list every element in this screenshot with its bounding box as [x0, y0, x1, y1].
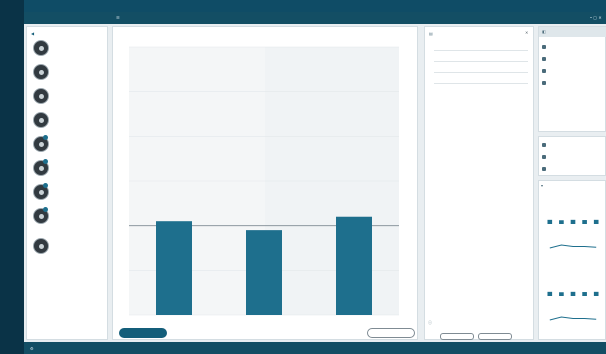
- recordings-list-panel: ◀: [26, 26, 108, 340]
- list-item[interactable]: [29, 37, 79, 59]
- info-icon: ⓘ: [428, 320, 432, 325]
- stats-button-2[interactable]: [478, 333, 512, 340]
- top-bar: ☰ ⎯ ▢ ✕: [24, 12, 606, 24]
- list-item[interactable]: [29, 61, 79, 83]
- table-row: [434, 62, 528, 73]
- chevron-down-icon[interactable]: ▾: [541, 183, 543, 188]
- primary-action-button[interactable]: [119, 328, 167, 338]
- list-item[interactable]: [29, 133, 79, 155]
- option-icon: [542, 69, 546, 73]
- back-arrow-icon[interactable]: ◀: [31, 31, 34, 36]
- recording-thumbnail: [33, 112, 49, 128]
- list-item[interactable]: [29, 109, 79, 131]
- mini-line: [549, 244, 597, 249]
- mini-chart-plot: [547, 291, 599, 296]
- recording-thumbnail: [33, 64, 49, 80]
- mini-chart-plot: [547, 219, 599, 224]
- mini-bar: [559, 292, 564, 296]
- mini-bar: [593, 219, 599, 224]
- mini-bar: [547, 291, 553, 296]
- secondary-action-button[interactable]: [367, 328, 415, 338]
- mini-bar: [582, 292, 587, 296]
- action-item[interactable]: [540, 152, 602, 162]
- mini-chart-plot: [549, 316, 597, 321]
- status-bar: ⚙: [24, 342, 606, 354]
- recording-thumbnail: [33, 238, 49, 254]
- action-icon: [542, 155, 546, 159]
- mini-bar: [582, 220, 587, 224]
- list-item[interactable]: [29, 205, 79, 227]
- mini-bar: [593, 291, 599, 296]
- option-item[interactable]: [540, 54, 602, 64]
- menu-icon[interactable]: ☰: [116, 15, 120, 20]
- right-panel-header: ◧: [539, 27, 606, 37]
- stats-button-1[interactable]: [440, 333, 474, 340]
- table-row: [434, 51, 528, 62]
- mini-chart[interactable]: [544, 228, 602, 264]
- option-item[interactable]: [540, 78, 602, 88]
- mini-chart[interactable]: [544, 192, 602, 228]
- mini-bar: [559, 220, 564, 224]
- close-icon[interactable]: ✕: [525, 30, 528, 35]
- recording-thumbnail: [33, 88, 49, 104]
- list-item[interactable]: [29, 85, 79, 107]
- window-controls-icon[interactable]: ⎯ ▢ ✕: [590, 15, 602, 20]
- panel-icon: ◧: [542, 29, 546, 34]
- bar: [246, 230, 282, 315]
- status-dot-icon: [43, 183, 48, 188]
- option-icon: [542, 81, 546, 85]
- action-icon: [542, 167, 546, 171]
- option-item[interactable]: [540, 42, 602, 52]
- left-edge-dark-area: [0, 0, 24, 354]
- status-icon: ⚙: [30, 346, 34, 351]
- option-icon: [542, 45, 546, 49]
- mini-line: [549, 316, 597, 321]
- option-item[interactable]: [540, 66, 602, 76]
- recording-thumbnail: [33, 40, 49, 56]
- status-dot-icon: [43, 135, 48, 140]
- table-row: [434, 73, 528, 84]
- bar: [156, 221, 192, 315]
- stats-icon: ▤: [429, 31, 433, 36]
- bars-group: [156, 216, 372, 315]
- mini-bar: [570, 219, 576, 224]
- mini-chart-plot: [549, 244, 597, 249]
- bar-chart: [129, 46, 399, 316]
- list-item[interactable]: [29, 157, 79, 179]
- status-dot-icon: [43, 159, 48, 164]
- action-item[interactable]: [540, 164, 602, 174]
- table-header-row: [434, 40, 528, 51]
- chart-panel: [112, 26, 418, 340]
- action-item[interactable]: [540, 140, 602, 150]
- list-item[interactable]: [29, 235, 79, 257]
- action-icon: [542, 143, 546, 147]
- mini-chart[interactable]: [544, 300, 602, 336]
- mini-bar: [547, 219, 553, 224]
- mini-bar: [570, 291, 576, 296]
- list-item[interactable]: [29, 181, 79, 203]
- option-icon: [542, 57, 546, 61]
- bar: [336, 216, 372, 315]
- status-dot-icon: [43, 207, 48, 212]
- mini-chart[interactable]: [544, 264, 602, 300]
